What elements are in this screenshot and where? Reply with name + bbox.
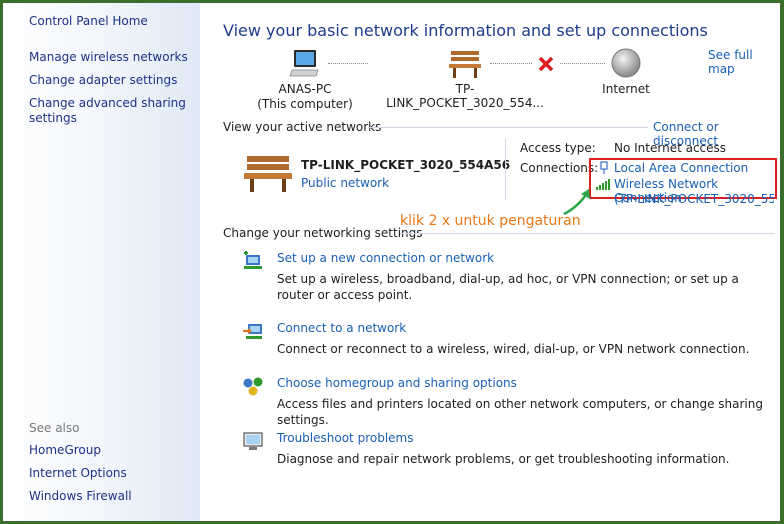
change-advanced-sharing-link[interactable]: Change advanced sharing settings: [29, 96, 189, 126]
internet-options-link[interactable]: Internet Options: [29, 466, 127, 481]
connect-network-desc: Connect or reconnect to a wireless, wire…: [277, 342, 750, 356]
network-cable-icon: [598, 161, 610, 175]
computer-sublabel: (This computer): [257, 97, 353, 111]
troubleshoot-icon: [242, 431, 264, 451]
divider-active: [368, 127, 648, 128]
homegroup-sharing-link[interactable]: Choose homegroup and sharing options: [277, 376, 517, 390]
windows-firewall-link[interactable]: Windows Firewall: [29, 489, 132, 504]
divider-settings: [400, 233, 775, 234]
network-type-link[interactable]: Public network: [301, 176, 389, 190]
map-connector-1: [328, 63, 368, 64]
homegroup-link[interactable]: HomeGroup: [29, 443, 101, 458]
new-connection-icon: [242, 251, 264, 271]
local-area-connection-link[interactable]: Local Area Connection: [614, 161, 748, 175]
troubleshoot-link[interactable]: Troubleshoot problems: [277, 431, 413, 445]
page-title: View your basic network information and …: [223, 21, 708, 40]
wireless-connection-sub[interactable]: (TP-LINK_POCKET_3020_554A5: [614, 192, 774, 206]
access-type-label: Access type:: [520, 141, 596, 155]
annotation-text: klik 2 x untuk pengaturan: [400, 213, 581, 229]
connect-network-icon: [242, 321, 264, 341]
active-network-name: TP-LINK_POCKET_3020_554A56: [301, 158, 511, 172]
manage-wireless-link[interactable]: Manage wireless networks: [29, 50, 188, 65]
setup-connection-desc: Set up a wireless, broadband, dial-up, a…: [277, 272, 739, 302]
control-panel-home-link[interactable]: Control Panel Home: [29, 14, 148, 29]
computer-name: ANAS-PC: [278, 82, 332, 96]
access-type-value: No Internet access: [614, 141, 727, 155]
homegroup-icon: [242, 376, 264, 398]
change-adapter-link[interactable]: Change adapter settings: [29, 73, 177, 88]
bench-large-icon: [242, 153, 294, 193]
internet-label: Internet: [602, 82, 650, 96]
red-x-icon: [537, 55, 555, 73]
wifi-signal-icon: [596, 178, 612, 190]
connect-network-link[interactable]: Connect to a network: [277, 321, 406, 335]
map-connector-2: [490, 63, 532, 64]
settings-label: Change your networking settings: [223, 226, 423, 240]
map-connector-3: [560, 63, 605, 64]
setup-connection-link[interactable]: Set up a new connection or network: [277, 251, 494, 265]
homegroup-sharing-desc: Access files and printers located on oth…: [277, 397, 763, 427]
network-map-name: TP-LINK_POCKET_3020_554...: [386, 82, 544, 110]
troubleshoot-desc: Diagnose and repair network problems, or…: [277, 452, 730, 466]
see-full-map-link[interactable]: See full map: [708, 48, 780, 76]
sidebar: Control Panel Home Manage wireless netwo…: [3, 3, 200, 521]
computer-icon[interactable]: [288, 48, 320, 80]
globe-icon[interactable]: [610, 47, 642, 79]
active-networks-label: View your active networks: [223, 120, 382, 134]
connections-label: Connections:: [520, 161, 599, 175]
main-content: View your basic network information and …: [200, 3, 780, 521]
see-also-heading: See also: [29, 421, 80, 435]
vertical-divider: [505, 138, 506, 200]
bench-icon[interactable]: [448, 49, 482, 79]
